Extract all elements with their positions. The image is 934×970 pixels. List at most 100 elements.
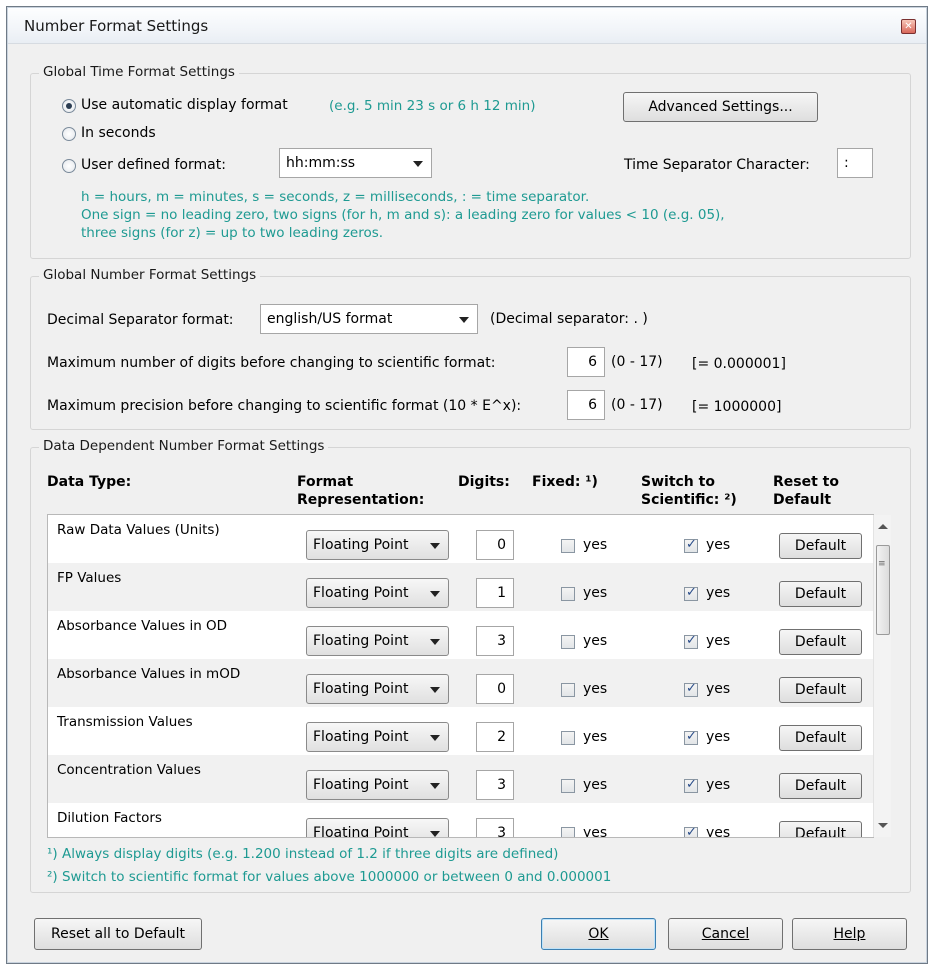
row-default-button[interactable]: Default bbox=[779, 533, 862, 559]
format-value: Floating Point bbox=[313, 681, 409, 697]
auto-format-radio[interactable] bbox=[62, 99, 76, 113]
data-type-table: Raw Data Values (Units) Floating Point 0 ye… bbox=[47, 514, 874, 838]
max-precision-field[interactable]: 6 bbox=[567, 390, 605, 420]
scientific-checkbox[interactable] bbox=[684, 729, 698, 745]
reset-all-button[interactable]: Reset all to Default bbox=[34, 918, 202, 950]
ok-button[interactable]: OK bbox=[541, 918, 656, 950]
row-data-type: Concentration Values bbox=[57, 762, 201, 778]
fixed-yes-label: yes bbox=[583, 681, 608, 697]
digits-field[interactable]: 2 bbox=[476, 722, 514, 752]
table-row: Absorbance Values in OD Floating Point 3 ye… bbox=[48, 611, 873, 659]
seconds-label[interactable]: In seconds bbox=[81, 125, 156, 141]
table-scrollbar[interactable]: ≡ bbox=[873, 515, 891, 837]
fixed-checkbox[interactable] bbox=[561, 635, 575, 649]
chevron-down-icon bbox=[430, 735, 440, 741]
table-row: Dilution Factors Floating Point 3 yes yes Def… bbox=[48, 803, 873, 838]
chevron-down-icon bbox=[413, 161, 423, 167]
user-format-label[interactable]: User defined format: bbox=[81, 157, 226, 173]
format-value: Floating Point bbox=[313, 585, 409, 601]
scientific-checkbox[interactable] bbox=[684, 777, 698, 793]
scientific-checkbox[interactable] bbox=[684, 825, 698, 837]
fixed-checkbox[interactable] bbox=[561, 731, 575, 745]
time-help-line-1: h = hours, m = minutes, s = seconds, z =… bbox=[81, 189, 590, 205]
format-dropdown[interactable]: Floating Point bbox=[306, 578, 449, 608]
title-bar[interactable]: Number Format Settings ✕ bbox=[8, 8, 926, 44]
format-dropdown[interactable]: Floating Point bbox=[306, 770, 449, 800]
row-default-button[interactable]: Default bbox=[779, 581, 862, 607]
format-dropdown[interactable]: Floating Point bbox=[306, 674, 449, 704]
scientific-checkbox[interactable] bbox=[684, 537, 698, 553]
help-button[interactable]: Help bbox=[792, 918, 907, 950]
fixed-yes-label: yes bbox=[583, 633, 608, 649]
row-default-button[interactable]: Default bbox=[779, 773, 862, 799]
scientific-yes-label: yes bbox=[706, 585, 731, 601]
fixed-checkbox[interactable] bbox=[561, 827, 575, 837]
table-row: FP Values Floating Point 1 yes yes Default bbox=[48, 563, 873, 611]
auto-format-label[interactable]: Use automatic display format bbox=[81, 97, 288, 113]
digits-field[interactable]: 0 bbox=[476, 530, 514, 560]
header-reset-1: Reset to bbox=[773, 474, 839, 490]
cancel-button[interactable]: Cancel bbox=[668, 918, 783, 950]
number-format-dialog: Number Format Settings ✕ Global Time For… bbox=[6, 6, 928, 964]
digits-field[interactable]: 3 bbox=[476, 626, 514, 656]
fixed-yes-label: yes bbox=[583, 729, 608, 745]
digits-field[interactable]: 0 bbox=[476, 674, 514, 704]
table-row: Concentration Values Floating Point 3 yes ye… bbox=[48, 755, 873, 803]
user-format-dropdown[interactable]: hh:mm:ss bbox=[279, 148, 432, 178]
fixed-checkbox[interactable] bbox=[561, 539, 575, 553]
row-default-button[interactable]: Default bbox=[779, 821, 862, 837]
header-switch-2: Scientific: ²) bbox=[641, 492, 737, 508]
table-row: Raw Data Values (Units) Floating Point 0 ye… bbox=[48, 515, 873, 563]
fixed-checkbox[interactable] bbox=[561, 683, 575, 697]
scientific-checkbox[interactable] bbox=[684, 585, 698, 601]
fixed-yes-label: yes bbox=[583, 585, 608, 601]
max-digits-field[interactable]: 6 bbox=[567, 347, 605, 377]
chevron-down-icon bbox=[430, 831, 440, 837]
close-icon[interactable]: ✕ bbox=[901, 19, 916, 34]
fixed-checkbox[interactable] bbox=[561, 779, 575, 793]
decimal-format-dropdown[interactable]: english/US format bbox=[260, 304, 478, 334]
separator-field[interactable]: : bbox=[837, 148, 873, 178]
table-row: Absorbance Values in mOD Floating Point 0 y… bbox=[48, 659, 873, 707]
scientific-checkbox[interactable] bbox=[684, 633, 698, 649]
format-value: Floating Point bbox=[313, 777, 409, 793]
format-dropdown[interactable]: Floating Point bbox=[306, 626, 449, 656]
user-format-radio[interactable] bbox=[62, 159, 76, 173]
chevron-down-icon bbox=[430, 543, 440, 549]
fixed-yes-label: yes bbox=[583, 537, 608, 553]
data-format-legend: Data Dependent Number Format Settings bbox=[39, 438, 329, 454]
scientific-checkbox[interactable] bbox=[684, 681, 698, 697]
scroll-down-icon[interactable] bbox=[878, 823, 888, 828]
format-value: Floating Point bbox=[313, 729, 409, 745]
header-data-type: Data Type: bbox=[47, 474, 132, 490]
separator-label: Time Separator Character: bbox=[624, 157, 810, 173]
row-default-button[interactable]: Default bbox=[779, 677, 862, 703]
scientific-yes-label: yes bbox=[706, 633, 731, 649]
user-format-value: hh:mm:ss bbox=[286, 155, 356, 171]
header-fixed: Fixed: ¹) bbox=[532, 474, 598, 490]
scroll-up-icon[interactable] bbox=[878, 524, 888, 529]
format-dropdown[interactable]: Floating Point bbox=[306, 530, 449, 560]
table-row: Transmission Values Floating Point 2 yes yes… bbox=[48, 707, 873, 755]
advanced-settings-button[interactable]: Advanced Settings... bbox=[623, 92, 818, 122]
row-data-type: Raw Data Values (Units) bbox=[57, 522, 220, 538]
seconds-radio[interactable] bbox=[62, 127, 76, 141]
chevron-down-icon bbox=[430, 639, 440, 645]
row-default-button[interactable]: Default bbox=[779, 629, 862, 655]
format-dropdown[interactable]: Floating Point bbox=[306, 722, 449, 752]
scientific-yes-label: yes bbox=[706, 537, 731, 553]
footnote-1: ¹) Always display digits (e.g. 1.200 ins… bbox=[47, 846, 559, 862]
fixed-checkbox[interactable] bbox=[561, 587, 575, 601]
row-data-type: Transmission Values bbox=[57, 714, 193, 730]
digits-field[interactable]: 3 bbox=[476, 770, 514, 800]
header-digits: Digits: bbox=[458, 474, 510, 490]
time-help-line-2: One sign = no leading zero, two signs (f… bbox=[81, 207, 725, 223]
decimal-separator-note: (Decimal separator: . ) bbox=[490, 311, 648, 327]
digits-field[interactable]: 1 bbox=[476, 578, 514, 608]
digits-field[interactable]: 3 bbox=[476, 818, 514, 837]
grip-icon: ≡ bbox=[878, 559, 886, 569]
chevron-down-icon bbox=[430, 591, 440, 597]
row-default-button[interactable]: Default bbox=[779, 725, 862, 751]
scientific-yes-label: yes bbox=[706, 825, 731, 838]
format-dropdown[interactable]: Floating Point bbox=[306, 818, 449, 837]
